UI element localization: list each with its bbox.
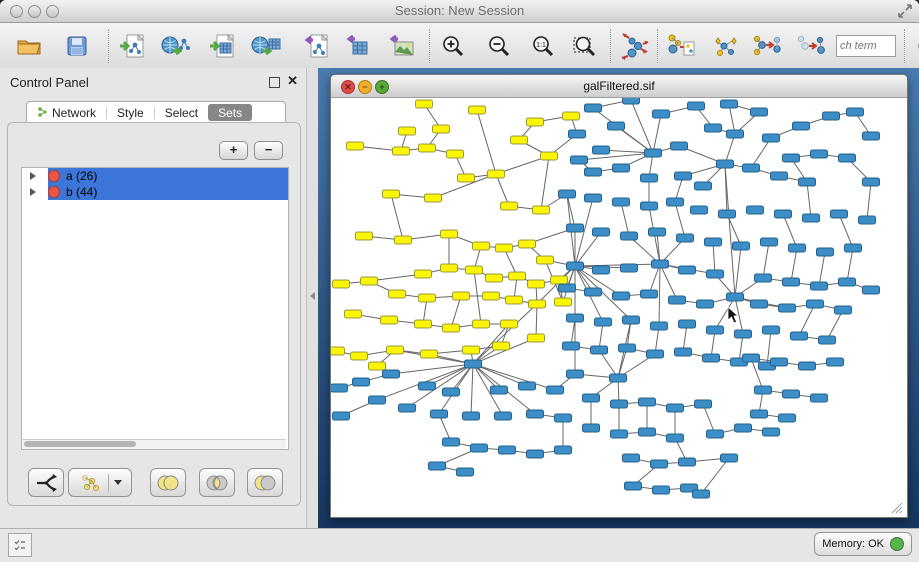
venn-union-icon (156, 475, 180, 491)
tab-select[interactable]: Select (155, 104, 208, 121)
scrollbar-thumb[interactable] (24, 441, 136, 447)
import-network-web-icon[interactable] (159, 28, 193, 64)
chevron-down-icon (114, 480, 122, 485)
venn-intersection-icon (205, 475, 229, 491)
tab-sets[interactable]: Sets (208, 104, 252, 121)
expand-icon[interactable] (30, 172, 36, 180)
difference-button[interactable] (247, 468, 283, 497)
mouse-cursor (727, 306, 739, 324)
tab-label: Sets (218, 106, 242, 120)
add-set-button[interactable]: + (219, 141, 248, 160)
control-panel-header: Control Panel ✕ (0, 68, 306, 96)
control-panel-tabs: Network Style Select Sets (26, 101, 286, 124)
split-set-button[interactable] (28, 468, 64, 497)
window-title: Session: New Session (0, 3, 919, 18)
tab-label: Network (52, 106, 96, 120)
zoom-in-icon[interactable] (436, 28, 470, 64)
create-set-dropdown-button[interactable] (68, 468, 132, 497)
import-table-file-icon[interactable] (205, 28, 239, 64)
horizontal-scrollbar[interactable] (22, 439, 286, 449)
memory-status-button[interactable]: Memory: OK (814, 532, 912, 556)
tab-label: Style (117, 106, 144, 120)
application-window: Session: New Session (0, 0, 919, 562)
network-window-title: galFiltered.sif (331, 79, 907, 93)
resize-grip-icon[interactable] (891, 502, 903, 514)
union-button[interactable] (150, 468, 186, 497)
toolbar: 1:1 ? (0, 23, 919, 69)
hide-selected-icon[interactable] (750, 28, 784, 64)
status-bar: Memory: OK (0, 528, 919, 562)
set-color-icon (48, 186, 60, 198)
svg-text:1:1: 1:1 (536, 42, 546, 49)
tab-network[interactable]: Network (27, 104, 106, 121)
open-file-icon[interactable] (12, 28, 46, 64)
set-color-icon (48, 170, 60, 182)
list-item[interactable]: b (44) (22, 184, 288, 200)
sets-panel: + − a (26) b (44) (7, 122, 301, 506)
show-all-icon[interactable] (794, 28, 828, 64)
set-label: b (44) (66, 185, 97, 199)
network-graph (331, 98, 905, 516)
sets-list: a (26) b (44) (21, 167, 289, 450)
title-bar: Session: New Session (0, 0, 919, 23)
export-network-icon[interactable] (299, 28, 333, 64)
tab-style[interactable]: Style (107, 104, 154, 121)
new-network-from-selection-icon[interactable] (664, 28, 698, 64)
control-panel-title: Control Panel (10, 75, 89, 90)
search-input[interactable] (836, 35, 896, 57)
save-session-icon[interactable] (60, 28, 94, 64)
split-icon (35, 474, 57, 492)
help-icon[interactable]: ? (911, 28, 919, 64)
task-list-icon (13, 538, 27, 552)
desktop-area: ✕ − + galFiltered.sif (318, 68, 919, 528)
network-tree-icon (37, 107, 48, 118)
venn-difference-icon (253, 475, 277, 491)
set-label: a (26) (66, 169, 97, 183)
export-image-icon[interactable] (385, 28, 419, 64)
nodes-icon (79, 474, 103, 492)
intersection-button[interactable] (199, 468, 235, 497)
remove-set-button[interactable]: − (254, 141, 283, 160)
memory-ok-icon (890, 537, 904, 551)
zoom-1-1-icon[interactable]: 1:1 (526, 28, 560, 64)
network-view-window[interactable]: ✕ − + galFiltered.sif (330, 74, 908, 518)
tab-label: Select (165, 106, 198, 120)
apply-layout-icon[interactable] (617, 28, 651, 64)
export-table-icon[interactable] (341, 28, 375, 64)
network-window-titlebar[interactable]: ✕ − + galFiltered.sif (331, 75, 907, 98)
collapse-panel-icon[interactable] (310, 292, 315, 300)
float-panel-icon[interactable] (269, 77, 280, 88)
close-panel-icon[interactable]: ✕ (287, 73, 298, 89)
select-first-neighbors-icon[interactable] (708, 28, 742, 64)
import-network-file-icon[interactable] (115, 28, 149, 64)
expand-icon[interactable] (30, 188, 36, 196)
zoom-selected-icon[interactable] (568, 28, 602, 64)
control-panel: Control Panel ✕ Network Style Select Set… (0, 68, 306, 528)
zoom-out-icon[interactable] (482, 28, 516, 64)
task-history-button[interactable] (8, 533, 32, 557)
network-canvas[interactable] (331, 98, 905, 516)
fullscreen-icon[interactable] (897, 3, 913, 19)
memory-label: Memory: OK (822, 538, 884, 550)
list-item[interactable]: a (26) (22, 168, 288, 184)
import-table-web-icon[interactable] (249, 28, 283, 64)
